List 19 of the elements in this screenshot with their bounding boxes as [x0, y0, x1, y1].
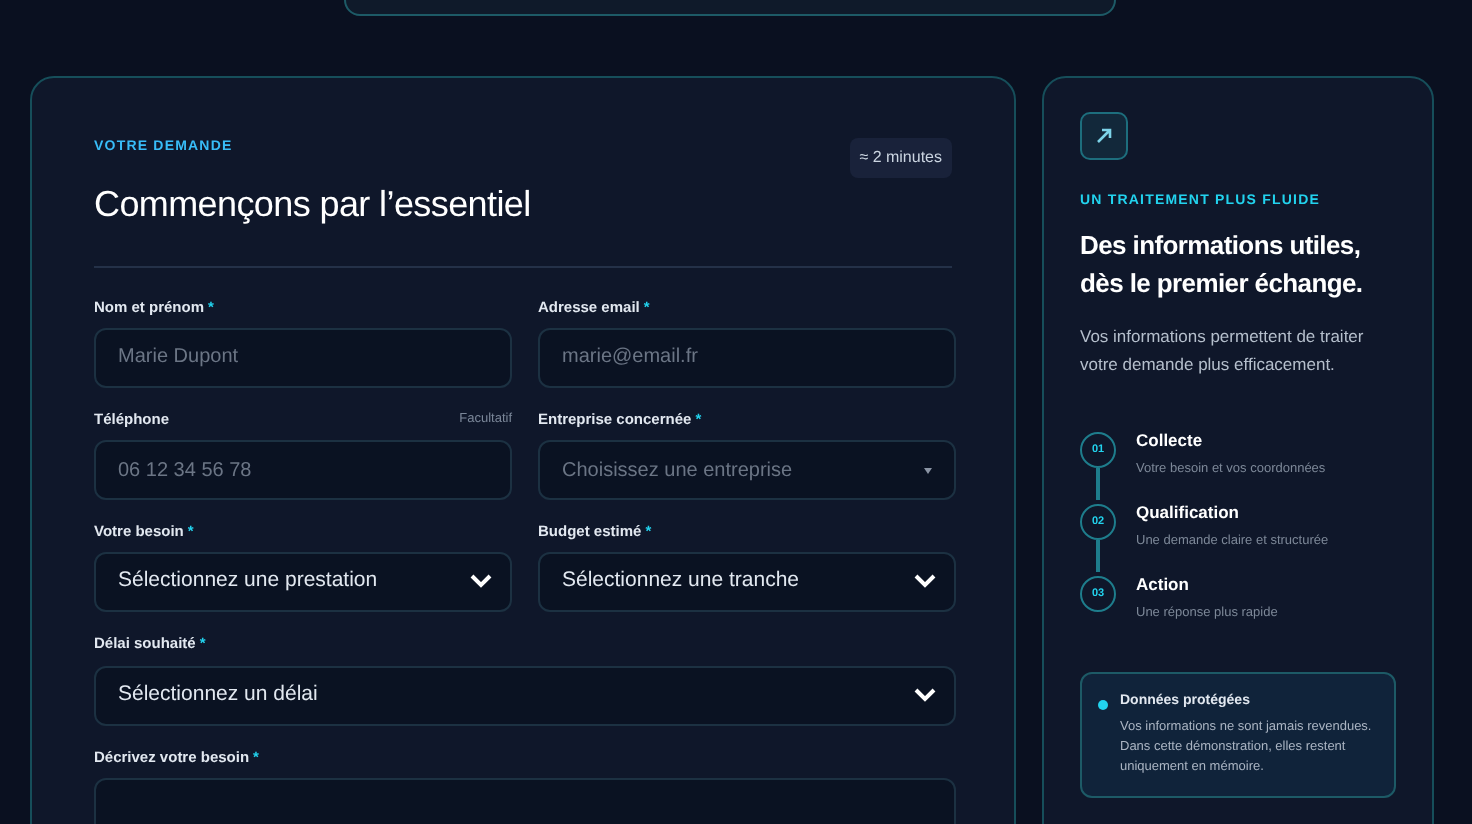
- chevron-down-icon: [470, 574, 492, 589]
- chevron-down-icon: [914, 687, 936, 701]
- bullet-icon: [1098, 700, 1108, 711]
- step-title: Collecte: [1136, 428, 1205, 454]
- form-title: Commençons par l’essentiel: [94, 181, 531, 228]
- info-title: Des informations utiles, dès le premier échange.: [1080, 227, 1365, 302]
- select-field[interactable]: Choisissez une entreprise: [538, 440, 956, 500]
- caret-icon: [924, 467, 932, 473]
- step-title: Action: [1136, 572, 1191, 598]
- input-field[interactable]: Marie Dupont: [94, 327, 512, 388]
- step-title: Qualification: [1136, 500, 1241, 526]
- duration-badge: ≈ 2 minutes: [849, 138, 952, 178]
- chevron-down-icon: [914, 574, 936, 589]
- input-field[interactable]: marie@email.fr: [538, 327, 956, 388]
- input-field[interactable]: 06 12 34 56 78: [94, 440, 512, 500]
- info-text: Vos informations permettent de traiter votre demande plus efficacement.: [1080, 323, 1366, 379]
- select-field[interactable]: Sélectionnez une prestation: [94, 552, 512, 613]
- select-field[interactable]: Sélectionnez une tranche: [538, 552, 956, 613]
- select-field[interactable]: Sélectionnez un délai: [94, 665, 956, 725]
